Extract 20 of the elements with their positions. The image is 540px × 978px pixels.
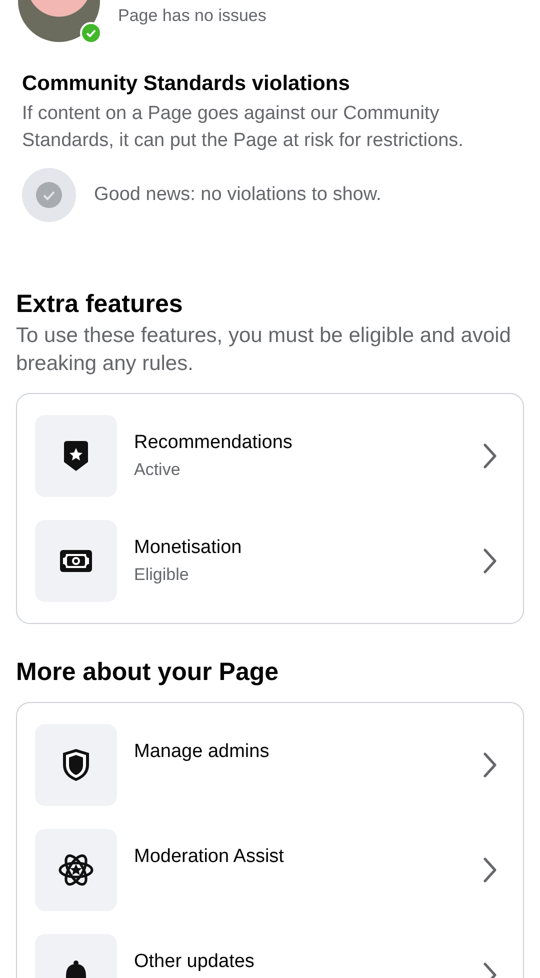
section-title: More about your Page [16, 657, 280, 688]
chevron-right-icon [483, 752, 497, 778]
menu-item-title[interactable]: Manage admins [134, 740, 466, 764]
menu-item-status: Eligible [134, 564, 190, 586]
shield-icon [35, 724, 117, 806]
menu-item-status: Active [134, 459, 182, 481]
menu-item-title[interactable]: Monetisation [134, 536, 466, 560]
banknote-icon [35, 520, 117, 602]
violations-status: Good news: no violations to show. [94, 184, 382, 206]
section-description: If content on a Page goes against our Community Standards, it can put the Page at risk for restrictions. [22, 102, 464, 153]
menu-item-title[interactable]: Recommendations [134, 431, 466, 455]
menu-item-title[interactable]: Other updates [134, 950, 466, 974]
chevron-right-icon [483, 548, 497, 574]
menu-item-title[interactable]: Moderation Assist [134, 845, 466, 869]
section-description: To use these features, you must be eligible and avoid breaking any rules. [16, 323, 512, 377]
chevron-right-icon [483, 443, 497, 469]
page-status-text: Page has no issues [118, 6, 266, 26]
chevron-right-icon [483, 857, 497, 883]
section-title: Community Standards violations [22, 71, 351, 97]
section-title: Extra features [16, 289, 184, 320]
